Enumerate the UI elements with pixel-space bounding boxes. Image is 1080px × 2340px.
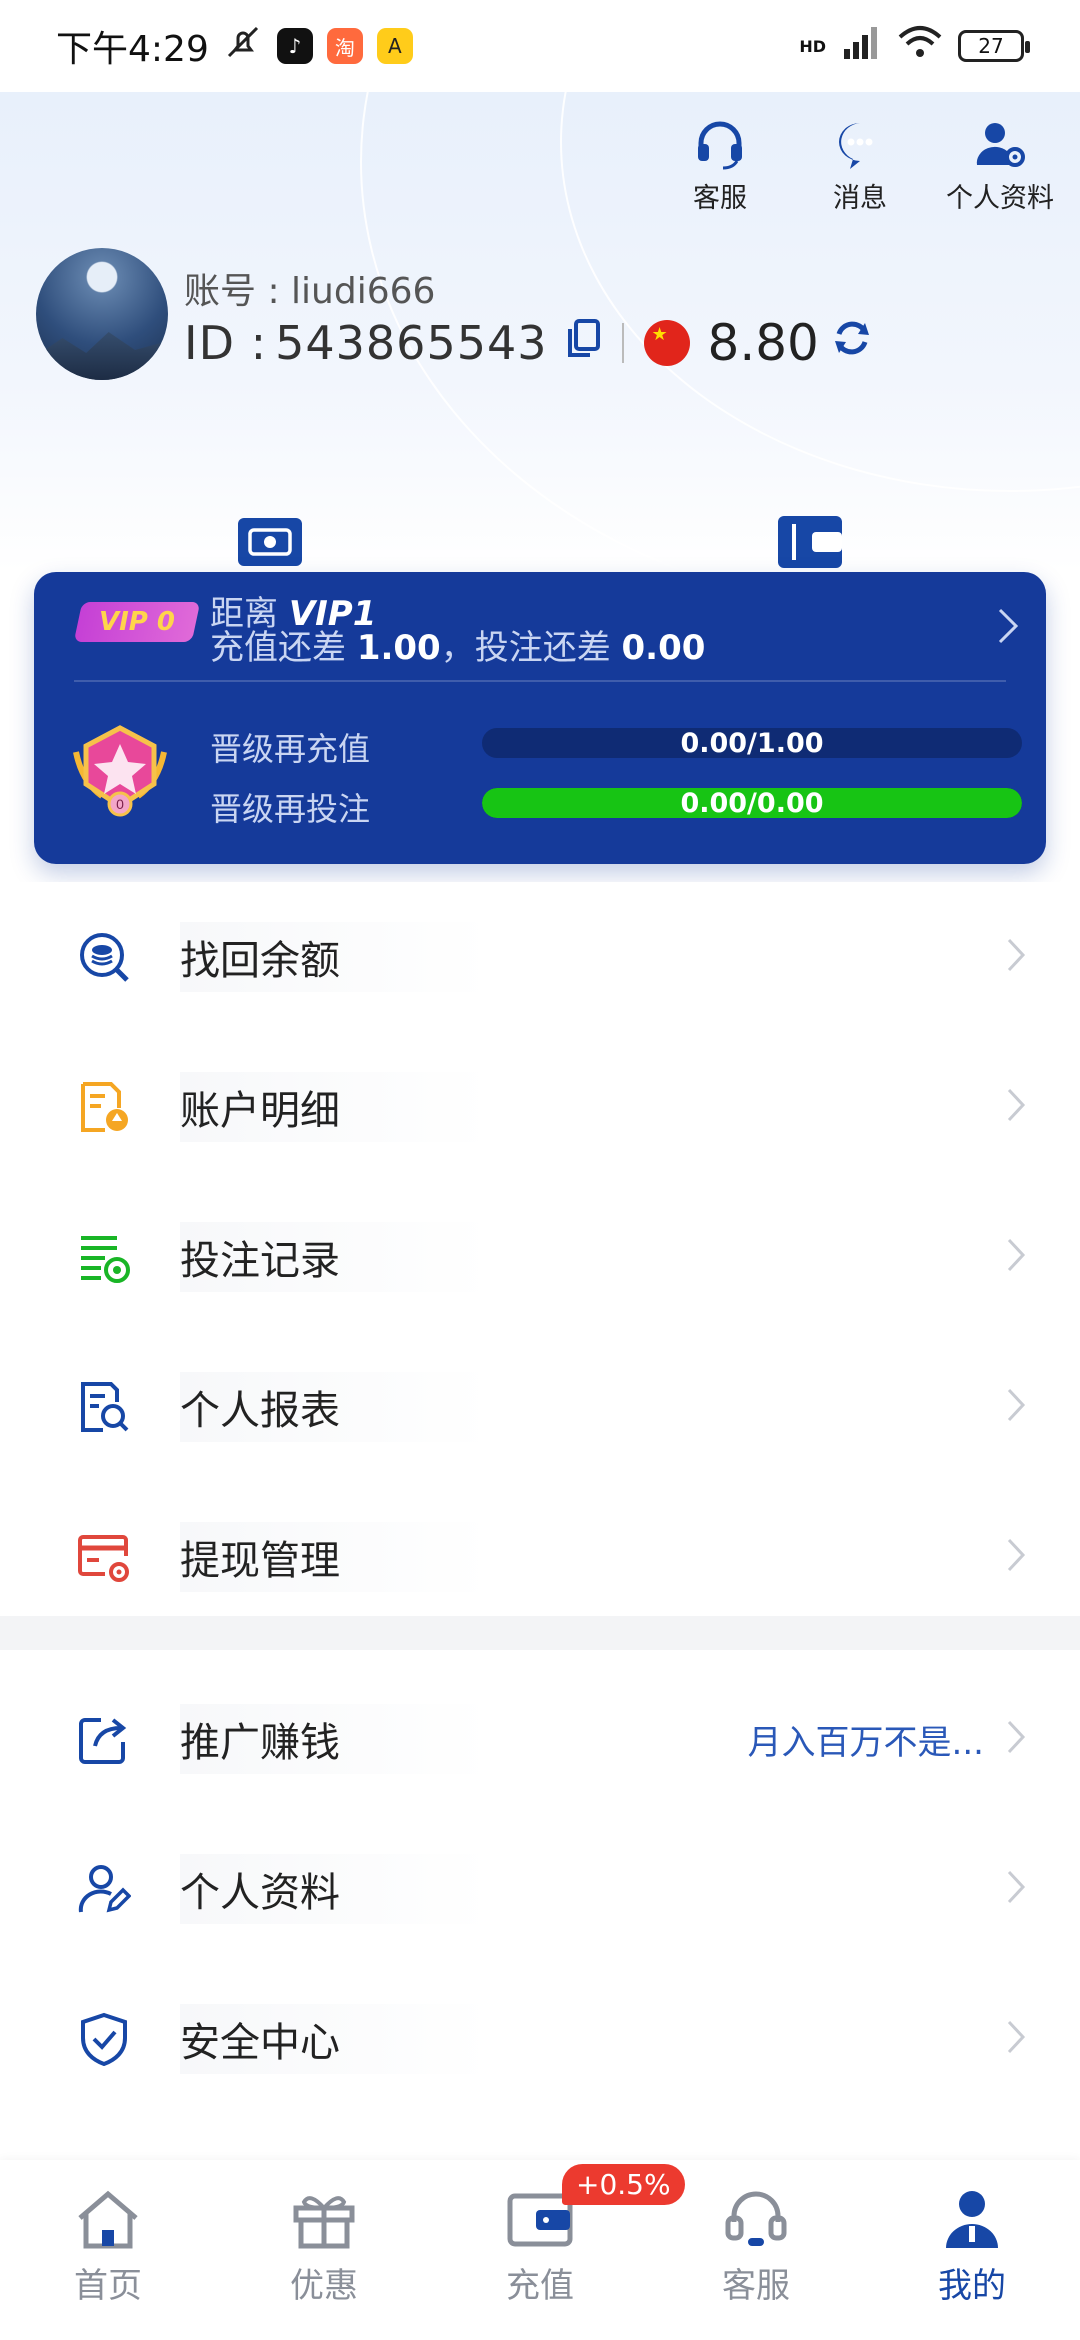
taobao-icon: 淘 [326, 28, 363, 64]
nav-label: 客服 [722, 2266, 790, 2306]
divider [621, 323, 624, 363]
hd-indicator: HD [799, 36, 826, 56]
deposit-progress-bar: 0.00/1.00 [482, 728, 1022, 758]
promotion-tagline: 月入百万不是... [747, 1722, 984, 1763]
refresh-icon[interactable] [831, 316, 873, 370]
medal-icon: 0 [68, 722, 172, 826]
user-id-prefix: ID : [184, 316, 268, 370]
nav-label: 首页 [74, 2266, 142, 2306]
menu-label: 账户明细 [180, 1072, 490, 1142]
vip-bet-label: 晋级再投注 [210, 790, 371, 828]
vip-level-badge: VIP 0 [73, 602, 201, 642]
menu-label: 投注记录 [180, 1222, 490, 1292]
headset-icon [722, 2188, 790, 2254]
copy-icon[interactable] [566, 316, 602, 370]
report-search-icon [76, 1379, 132, 1435]
chevron-right-icon [1006, 1537, 1026, 1577]
chevron-right-icon [1006, 2019, 1026, 2059]
shield-check-icon [76, 2011, 132, 2067]
deposit-button[interactable]: 充值 [740, 514, 880, 572]
signal-icon [842, 25, 882, 68]
nav-deposit[interactable]: +0.5% 充值 [432, 2160, 685, 2340]
menu-item-withdraw-management[interactable]: 提现管理 [0, 1482, 1080, 1632]
withdraw-icon [236, 514, 304, 572]
nav-home[interactable]: 首页 [0, 2160, 216, 2340]
messages-button[interactable]: 消息 [810, 116, 910, 215]
vip-divider [74, 680, 1006, 682]
user-edit-icon [76, 1861, 132, 1917]
chevron-right-icon [1006, 1237, 1026, 1277]
withdraw-button[interactable]: 提现 [200, 514, 340, 572]
share-icon [76, 1711, 132, 1767]
profile-header: 客服 消息 个人资料 账号 : liudi666 ID : 543865543 … [0, 92, 1080, 572]
balance-amount: 8.80 [707, 314, 819, 372]
mute-icon [223, 22, 263, 71]
chevron-right-icon [1006, 1869, 1026, 1909]
menu-item-promotion[interactable]: 推广赚钱 月入百万不是... [0, 1664, 1080, 1814]
header-actions: 客服 消息 个人资料 [670, 116, 1054, 215]
status-time: 下午4:29 [56, 29, 209, 70]
vip-requirement: 充值还差 1.00，投注还差 0.00 [210, 628, 706, 668]
section-separator [0, 1616, 1080, 1650]
gift-icon [290, 2188, 358, 2254]
nav-label: 充值 [506, 2266, 574, 2306]
card-settings-icon [76, 1529, 132, 1585]
menu-item-security-center[interactable]: 安全中心 [0, 1964, 1080, 2114]
chevron-right-icon[interactable] [996, 606, 1020, 650]
menu-label: 找回余额 [180, 922, 490, 992]
chevron-right-icon [1006, 1387, 1026, 1427]
chevron-right-icon [1006, 937, 1026, 977]
chat-icon [832, 116, 888, 172]
wifi-icon [898, 25, 942, 68]
menu-item-bet-records[interactable]: 投注记录 [0, 1182, 1080, 1332]
messages-label: 消息 [833, 183, 887, 214]
vip-deposit-label: 晋级再充值 [210, 730, 371, 768]
customer-service-label: 客服 [693, 183, 747, 214]
bet-record-icon [76, 1229, 132, 1285]
menu-item-account-details[interactable]: 账户明细 [0, 1032, 1080, 1182]
account-detail-icon [76, 1079, 132, 1135]
headset-icon [692, 116, 748, 172]
menu-item-recover-balance[interactable]: 找回余额 [0, 882, 1080, 1032]
account-name: 账号 : liudi666 [184, 271, 436, 312]
profile-settings-button[interactable]: 个人资料 [946, 116, 1054, 215]
app-a-icon: A [376, 28, 413, 64]
menu-group-account: 找回余额 账户明细 投注记录 个人报表 提现管理 [0, 882, 1080, 1632]
user-id-value: 543865543 [275, 316, 548, 370]
avatar[interactable] [36, 248, 168, 380]
menu-item-personal-report[interactable]: 个人报表 [0, 1332, 1080, 1482]
deposit-progress-text: 0.00/1.00 [680, 728, 824, 758]
user-settings-icon [972, 116, 1028, 172]
wallet-icon [776, 514, 844, 572]
menu-group-more: 推广赚钱 月入百万不是... 个人资料 安全中心 [0, 1664, 1080, 2114]
vip-card[interactable]: VIP 0 距离 VIP1 充值还差 1.00，投注还差 0.00 0 晋级再充… [34, 572, 1046, 864]
home-icon [74, 2188, 142, 2254]
status-bar: 下午4:29 ♪ 淘 A HD 27 [0, 0, 1080, 92]
menu-label: 安全中心 [180, 2004, 490, 2074]
nav-customer-service[interactable]: 客服 [648, 2160, 864, 2340]
bottom-navigation: 首页 优惠 +0.5% 充值 客服 我的 [0, 2160, 1080, 2340]
china-flag-icon [643, 320, 690, 366]
coin-search-icon [76, 929, 132, 985]
profile-icon [938, 2188, 1006, 2254]
tiktok-icon: ♪ [276, 28, 313, 64]
svg-text:0: 0 [116, 796, 124, 812]
bet-progress-text: 0.00/0.00 [680, 788, 824, 818]
nav-mine[interactable]: 我的 [864, 2160, 1080, 2340]
chevron-right-icon [1006, 1087, 1026, 1127]
menu-item-profile[interactable]: 个人资料 [0, 1814, 1080, 1964]
menu-label: 提现管理 [180, 1522, 490, 1592]
nav-promotions[interactable]: 优惠 [216, 2160, 432, 2340]
chevron-right-icon [1006, 1719, 1026, 1759]
battery-indicator: 27 [958, 30, 1030, 62]
menu-label: 推广赚钱 [180, 1704, 490, 1774]
user-id-row: ID : 543865543 8.80 [184, 314, 873, 372]
customer-service-button[interactable]: 客服 [670, 116, 770, 215]
nav-label: 优惠 [290, 2266, 358, 2306]
menu-label: 个人报表 [180, 1372, 490, 1442]
profile-settings-label: 个人资料 [946, 183, 1054, 214]
bet-progress-bar: 0.00/0.00 [482, 788, 1022, 818]
nav-label: 我的 [938, 2266, 1006, 2306]
menu-label: 个人资料 [180, 1854, 490, 1924]
